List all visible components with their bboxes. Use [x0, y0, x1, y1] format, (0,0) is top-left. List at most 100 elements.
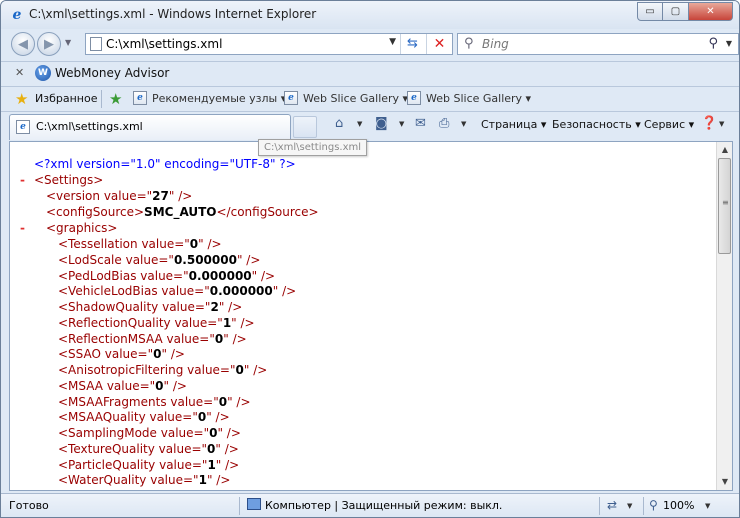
setting-close: " />	[218, 300, 243, 314]
print-dropdown-icon[interactable]: ▼	[461, 120, 466, 128]
setting-close: " />	[272, 284, 297, 298]
collapse-toggle[interactable]: -	[20, 172, 32, 188]
new-tab-button[interactable]	[293, 116, 317, 138]
address-bar[interactable]: C:\xml\settings.xml ▼ ⇆ ✕	[85, 33, 453, 55]
address-input[interactable]: C:\xml\settings.xml	[106, 37, 222, 51]
setting-tag: <AnisotropicFiltering value="	[58, 363, 236, 377]
graphics-setting-element: <WaterQuality value="1" />	[58, 472, 230, 488]
ie-page-icon: e	[284, 91, 298, 105]
search-options-dropdown-icon[interactable]: ▼	[726, 39, 732, 48]
setting-close: " />	[206, 473, 231, 487]
status-divider	[599, 497, 600, 515]
scroll-down-arrow-icon[interactable]: ▼	[717, 474, 733, 490]
webmoney-advisor-label[interactable]: WebMoney Advisor	[55, 66, 169, 80]
recent-pages-dropdown[interactable]: ▼	[65, 38, 71, 47]
graphics-setting-element: <ReflectionMSAA value="0" />	[58, 331, 247, 347]
setting-tag: <SSAO value="	[58, 347, 154, 361]
forward-arrow-icon: ▶	[44, 36, 54, 52]
setting-value: 0	[214, 332, 224, 346]
address-row: ◀ ▶ ▼ C:\xml\settings.xml ▼ ⇆ ✕ ⚲ Bing ⚲…	[1, 29, 739, 59]
page-menu-label: Страница	[481, 118, 538, 131]
window-title: C:\xml\settings.xml - Windows Internet E…	[29, 7, 317, 21]
search-box[interactable]: ⚲ Bing ⚲ ▼	[457, 33, 739, 55]
rss-feeds-icon[interactable]: ◙	[375, 116, 388, 131]
tab-title: C:\xml\settings.xml	[36, 120, 143, 133]
help-icon[interactable]: ❓	[701, 116, 717, 131]
ie-page-icon: e	[16, 120, 30, 134]
config-source-value: SMC_AUTO	[144, 205, 217, 219]
address-dropdown-icon[interactable]: ▼	[389, 37, 396, 47]
webmoney-logo-icon: W	[35, 65, 51, 81]
xml-view: <?xml version="1.0" encoding="UTF-8" ?> …	[10, 142, 718, 490]
setting-tag: <ReflectionMSAA value="	[58, 332, 215, 346]
version-open: <version value="	[46, 189, 153, 203]
graphics-setting-element: <SamplingMode value="0" />	[58, 425, 241, 441]
setting-value: 0.000000	[209, 284, 273, 298]
vertical-scrollbar[interactable]: ▲ ≡ ▼	[716, 142, 732, 490]
favorites-star-icon[interactable]: ★	[15, 90, 28, 108]
help-dropdown-icon[interactable]: ▼	[719, 120, 724, 128]
status-text: Готово	[9, 499, 49, 512]
tools-menu-label: Сервис	[644, 118, 686, 131]
toolbar-close-icon[interactable]: ✕	[15, 66, 24, 79]
collapse-toggle[interactable]: -	[20, 220, 32, 236]
search-input[interactable]: Bing	[482, 37, 509, 51]
stop-button[interactable]: ✕	[426, 34, 452, 54]
setting-value: 1	[207, 458, 216, 472]
config-source-element: <configSource>SMC_AUTO</configSource>	[46, 204, 319, 220]
graphics-setting-element: <AnisotropicFiltering value="0" />	[58, 362, 267, 378]
favorites-button[interactable]: Избранное	[35, 92, 97, 105]
setting-close: " />	[215, 458, 240, 472]
settings-open-tag: <Settings>	[34, 173, 104, 187]
favorite-item-web-slice-gallery[interactable]: Web Slice Gallery ▾	[303, 92, 408, 105]
search-icon[interactable]: ⚲	[708, 36, 718, 51]
setting-value: 1	[222, 316, 232, 330]
maximize-button[interactable]: ▢	[663, 2, 689, 21]
back-button[interactable]: ◀	[11, 32, 35, 56]
notifications-dropdown-icon[interactable]: ▼	[627, 502, 632, 510]
favorite-item-suggested-sites[interactable]: Рекомендуемые узлы ▾	[152, 92, 286, 105]
setting-value: 0	[218, 395, 228, 409]
setting-value: 0	[189, 237, 199, 251]
close-button[interactable]: ✕	[689, 2, 733, 21]
minimize-button[interactable]: ▭	[637, 2, 663, 21]
scrollbar-thumb[interactable]: ≡	[718, 158, 731, 254]
refresh-button[interactable]: ⇆	[400, 34, 424, 54]
tools-menu[interactable]: Сервис ▾	[644, 118, 694, 131]
setting-close: " />	[231, 316, 255, 330]
zoom-dropdown-icon[interactable]: ▼	[705, 502, 710, 510]
computer-zone-icon	[247, 498, 261, 510]
page-menu[interactable]: Страница ▾	[481, 118, 546, 131]
feeds-dropdown-icon[interactable]: ▼	[399, 120, 404, 128]
setting-value: 0	[197, 410, 207, 424]
graphics-setting-element: <MSAAFragments value="0" />	[58, 394, 251, 410]
safety-menu[interactable]: Безопасность ▾	[552, 118, 641, 131]
webmoney-toolbar: ✕ W WebMoney Advisor	[1, 61, 739, 85]
home-dropdown-icon[interactable]: ▼	[357, 120, 362, 128]
graphics-setting-element: <PedLodBias value="0.000000" />	[58, 268, 275, 284]
home-icon[interactable]: ⌂	[335, 116, 343, 131]
status-divider	[239, 497, 240, 515]
setting-value: 2	[210, 300, 219, 314]
setting-tag: <WaterQuality value="	[58, 473, 199, 487]
tab-settings-xml[interactable]: e C:\xml\settings.xml	[9, 114, 291, 140]
scroll-up-arrow-icon[interactable]: ▲	[717, 142, 733, 158]
setting-value: 0	[155, 379, 164, 393]
safety-menu-label: Безопасность	[552, 118, 632, 131]
zoom-level[interactable]: 100%	[663, 499, 694, 512]
security-zone-text[interactable]: Компьютер | Защищенный режим: выкл.	[265, 499, 502, 512]
favorite-item-web-slice-gallery[interactable]: Web Slice Gallery ▾	[426, 92, 531, 105]
print-icon[interactable]: ⎙	[439, 116, 449, 131]
stop-icon: ✕	[433, 36, 446, 52]
ie-window: e C:\xml\settings.xml - Windows Internet…	[0, 0, 740, 518]
setting-close: " />	[227, 395, 251, 409]
search-provider-icon: ⚲	[464, 36, 474, 51]
minimize-icon: ▭	[645, 6, 655, 17]
setting-value: 0	[235, 363, 244, 377]
add-to-favorites-icon[interactable]: ★	[109, 90, 122, 108]
setting-close: " />	[223, 332, 247, 346]
zoom-icon[interactable]: ⚲	[649, 498, 658, 512]
notifications-icon[interactable]: ⇄	[607, 498, 617, 512]
forward-button[interactable]: ▶	[37, 32, 61, 56]
mail-icon[interactable]: ✉	[415, 116, 426, 131]
